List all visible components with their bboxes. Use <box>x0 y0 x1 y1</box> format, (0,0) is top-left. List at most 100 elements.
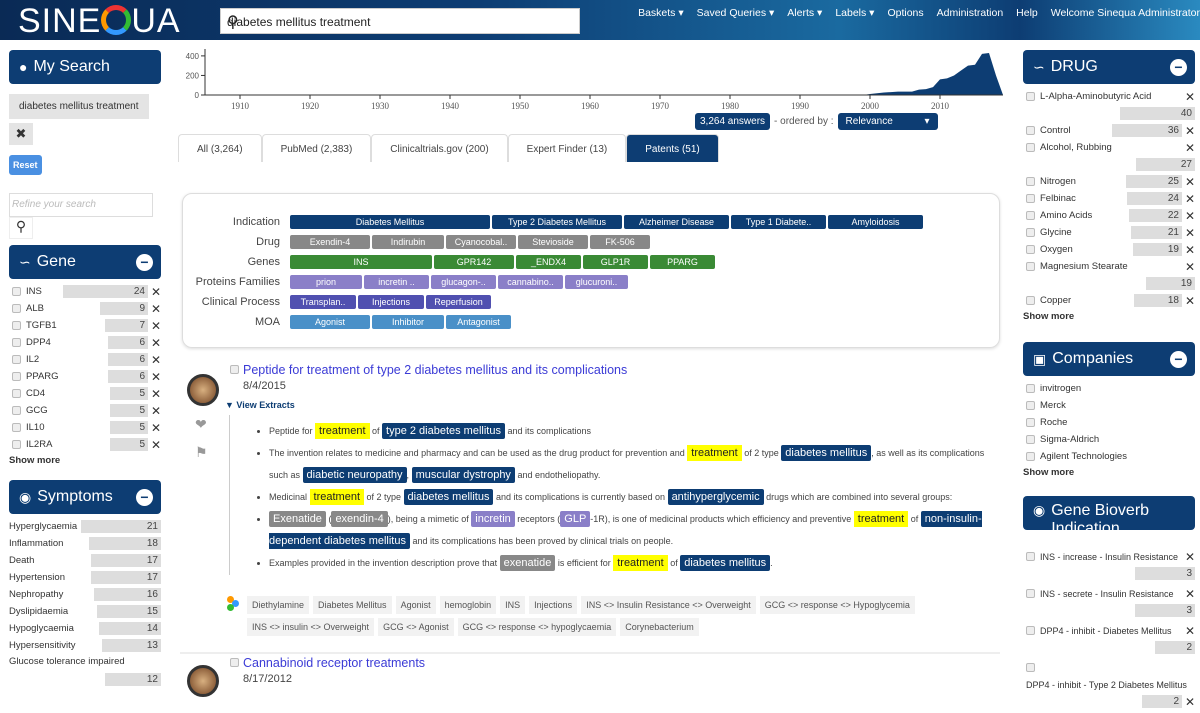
entity-tag[interactable]: Antagonist <box>446 315 511 329</box>
facet-checkbox[interactable] <box>1026 126 1035 135</box>
tab[interactable]: PubMed (2,383) <box>261 134 372 162</box>
tab[interactable]: Clinicaltrials.gov (200) <box>371 134 508 162</box>
entity-tag[interactable]: Stevioside <box>518 235 588 249</box>
facet-checkbox[interactable] <box>1026 384 1035 393</box>
facet-item[interactable]: Hyperglycaemia 21 <box>9 518 161 535</box>
nav-item[interactable]: Saved Queries ▾ <box>697 7 775 19</box>
tag-icon[interactable]: ⚑ <box>195 444 208 461</box>
facet-item[interactable]: DPP4 6 ✕ <box>12 334 161 351</box>
collapse-icon[interactable]: − <box>136 254 153 271</box>
nav-item[interactable]: Help <box>1016 7 1038 19</box>
facet-item[interactable]: Magnesium Stearate ✕ <box>1026 258 1195 275</box>
remove-icon[interactable]: ✕ <box>151 404 161 418</box>
remove-icon[interactable]: ✕ <box>1185 587 1195 601</box>
entity-tag[interactable]: cannabino.. <box>498 275 563 289</box>
facet-item[interactable]: IL2 6 ✕ <box>12 351 161 368</box>
facet-item[interactable]: INS - increase - Insulin Resistance ✕ <box>1026 548 1195 565</box>
facet-item[interactable]: INS 24 ✕ <box>12 283 161 300</box>
entity-tag[interactable]: hemoglobin <box>439 596 497 614</box>
highlighted-term[interactable]: treatment <box>315 423 370 439</box>
facet-item[interactable]: Copper 18 ✕ <box>1026 292 1195 309</box>
entity-tag[interactable]: Amyloidosis <box>828 215 923 229</box>
refine-search-icon[interactable]: ⚲ <box>9 217 33 239</box>
facet-item[interactable]: TGFB1 7 ✕ <box>12 317 161 334</box>
entity-highlight[interactable]: diabetes mellitus <box>403 489 494 505</box>
nav-item[interactable]: Labels ▾ <box>835 7 874 19</box>
facet-checkbox[interactable] <box>1026 452 1035 461</box>
search-input[interactable]: diabetes mellitus treatment ⚲ <box>220 8 580 34</box>
entity-tag[interactable]: Diabetes Mellitus <box>313 596 392 614</box>
facet-item[interactable]: Control 36 ✕ <box>1026 122 1195 139</box>
facet-checkbox[interactable] <box>12 287 21 296</box>
reset-button[interactable]: Reset <box>9 155 42 175</box>
entity-tag[interactable]: incretin .. <box>364 275 429 289</box>
entity-tag[interactable]: Diethylamine <box>247 596 310 614</box>
facet-item[interactable]: IL2RA 5 ✕ <box>12 436 161 453</box>
facet-item[interactable]: Hypoglycaemia 14 <box>9 620 161 637</box>
entity-highlight[interactable]: muscular dystrophy <box>411 467 515 483</box>
facet-checkbox[interactable] <box>12 355 21 364</box>
facet-checkbox[interactable] <box>1026 401 1035 410</box>
facet-item[interactable]: Roche <box>1026 414 1195 431</box>
facet-checkbox[interactable] <box>12 372 21 381</box>
remove-icon[interactable]: ✕ <box>1185 90 1195 104</box>
remove-icon[interactable]: ✕ <box>1185 550 1195 564</box>
entity-tag[interactable]: Reperfusion <box>426 295 491 309</box>
facet-checkbox[interactable] <box>1026 92 1035 101</box>
facet-checkbox[interactable] <box>12 321 21 330</box>
search-icon[interactable]: ⚲ <box>227 12 571 32</box>
facet-item[interactable]: invitrogen <box>1026 380 1195 397</box>
entity-highlight[interactable]: antihyperglycemic <box>667 489 764 505</box>
entity-tag[interactable]: Exendin-4 <box>290 235 370 249</box>
entity-highlight[interactable]: diabetic neuropathy <box>302 467 407 483</box>
facet-checkbox[interactable] <box>12 338 21 347</box>
facet-checkbox[interactable] <box>1026 194 1035 203</box>
entity-tag[interactable]: Agonist <box>290 315 370 329</box>
remove-icon[interactable]: ✕ <box>151 387 161 401</box>
nav-item[interactable]: Welcome Sinequa Administrator <box>1051 7 1200 19</box>
facet-item[interactable]: Agilent Technologies <box>1026 448 1195 465</box>
remove-icon[interactable]: ✕ <box>151 319 161 333</box>
facet-checkbox[interactable] <box>1026 228 1035 237</box>
facet-item[interactable]: Dyslipidaemia 15 <box>9 603 161 620</box>
tab[interactable]: Expert Finder (13) <box>507 134 627 162</box>
collapse-icon[interactable]: − <box>1170 59 1187 76</box>
drug-show-more[interactable]: Show more <box>1023 311 1195 322</box>
result-checkbox[interactable] <box>230 365 239 374</box>
entity-highlight[interactable]: diabetes mellitus <box>680 555 771 571</box>
facet-checkbox[interactable] <box>1026 589 1035 598</box>
remove-icon[interactable]: ✕ <box>1185 192 1195 206</box>
facet-checkbox[interactable] <box>12 423 21 432</box>
result-title-link[interactable]: Cannabinoid receptor treatments <box>243 656 425 670</box>
facet-checkbox[interactable] <box>12 440 21 449</box>
facet-checkbox[interactable] <box>1026 143 1035 152</box>
facet-item[interactable]: Glycine 21 ✕ <box>1026 224 1195 241</box>
sinequa-logo[interactable]: SINE UA <box>18 2 181 41</box>
refine-search-input[interactable]: Refine your search <box>9 193 153 217</box>
facet-item[interactable]: ALB 9 ✕ <box>12 300 161 317</box>
facet-item[interactable]: Oxygen 19 ✕ <box>1026 241 1195 258</box>
remove-icon[interactable]: ✕ <box>1185 175 1195 189</box>
entity-tag[interactable]: FK-506 <box>590 235 650 249</box>
facet-checkbox[interactable] <box>1026 663 1035 672</box>
remove-chip-icon[interactable]: ✖ <box>9 123 33 145</box>
highlighted-term[interactable]: treatment <box>687 445 742 461</box>
remove-icon[interactable]: ✕ <box>1185 124 1195 138</box>
highlighted-term[interactable]: treatment <box>853 511 909 527</box>
entity-tag[interactable]: INS <> insulin <> Overweight <box>247 618 375 636</box>
entity-tag[interactable]: Indirubin <box>372 235 444 249</box>
remove-icon[interactable]: ✕ <box>1185 209 1195 223</box>
remove-icon[interactable]: ✕ <box>151 370 161 384</box>
facet-item[interactable]: Inflammation 18 <box>9 535 161 552</box>
nav-item[interactable]: Options <box>887 7 923 19</box>
companies-show-more[interactable]: Show more <box>1023 467 1195 478</box>
remove-icon[interactable]: ✕ <box>151 285 161 299</box>
entity-tag[interactable]: Transplan.. <box>290 295 356 309</box>
entity-highlight[interactable]: Exenatide <box>269 511 326 527</box>
facet-item[interactable]: Glucose tolerance impaired <box>9 654 161 669</box>
facet-item[interactable]: IL10 5 ✕ <box>12 419 161 436</box>
facet-item[interactable]: PPARG 6 ✕ <box>12 368 161 385</box>
facet-item[interactable]: DPP4 - inhibit - Diabetes Mellitus ✕ <box>1026 622 1195 639</box>
facet-item[interactable]: Hypersensitivity 13 <box>9 637 161 654</box>
entity-tag[interactable]: GCG <> response <> Hypoglycemia <box>759 596 915 614</box>
